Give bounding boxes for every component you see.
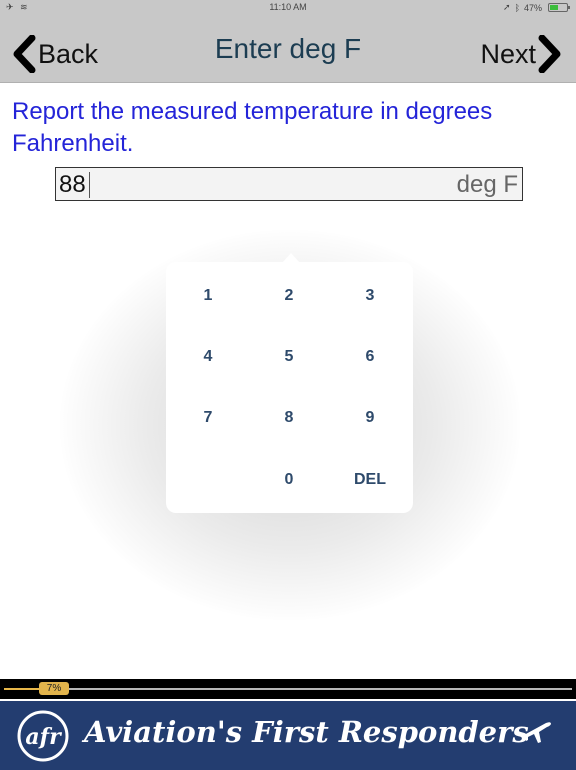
logo-text: afr [25,724,62,750]
input-value: 88 [59,171,86,198]
navigation-bar: Back Enter deg F Next [0,15,576,83]
temperature-input[interactable]: 88 deg F [55,167,523,201]
key-4[interactable]: 4 [178,337,238,377]
status-time: 11:10 AM [269,2,307,12]
key-3[interactable]: 3 [340,276,400,316]
key-0[interactable]: 0 [259,460,319,500]
key-9[interactable]: 9 [340,398,400,438]
status-right: ➚ ᛒ 47% [503,2,570,13]
bluetooth-icon: ᛒ [514,2,520,13]
chevron-right-icon [538,35,561,73]
airplane-icon [522,722,551,743]
status-bar: ✈ ︎≋ 11:10 AM ➚ ᛒ 47% [0,0,576,15]
next-label: Next [480,38,536,69]
delete-key[interactable]: DEL [340,460,400,500]
progress-bar: 7% [0,679,576,699]
battery-icon [548,3,570,12]
key-1[interactable]: 1 [178,276,238,316]
key-5[interactable]: 5 [259,337,319,377]
key-8[interactable]: 8 [259,398,319,438]
key-6[interactable]: 6 [340,337,400,377]
input-unit-label: deg F [456,171,518,198]
key-7[interactable]: 7 [178,398,238,438]
progress-fill [4,688,44,690]
progress-track [4,688,572,690]
location-icon: ➚ [503,2,511,12]
battery-percent: 47% [523,2,542,13]
footer-banner: afr Aviation's First Responders [0,699,576,770]
question-prompt: Report the measured temperature in degre… [12,98,493,157]
progress-label: 7% [39,682,69,695]
key-2[interactable]: 2 [259,276,319,316]
afr-logo-icon: afr [17,710,69,762]
numeric-keypad: 1 2 3 4 5 6 7 8 9 0 DEL [166,262,413,513]
text-cursor [89,172,90,198]
next-button[interactable]: Next [480,35,562,73]
banner-title: Aviation's First Responders [84,715,529,749]
